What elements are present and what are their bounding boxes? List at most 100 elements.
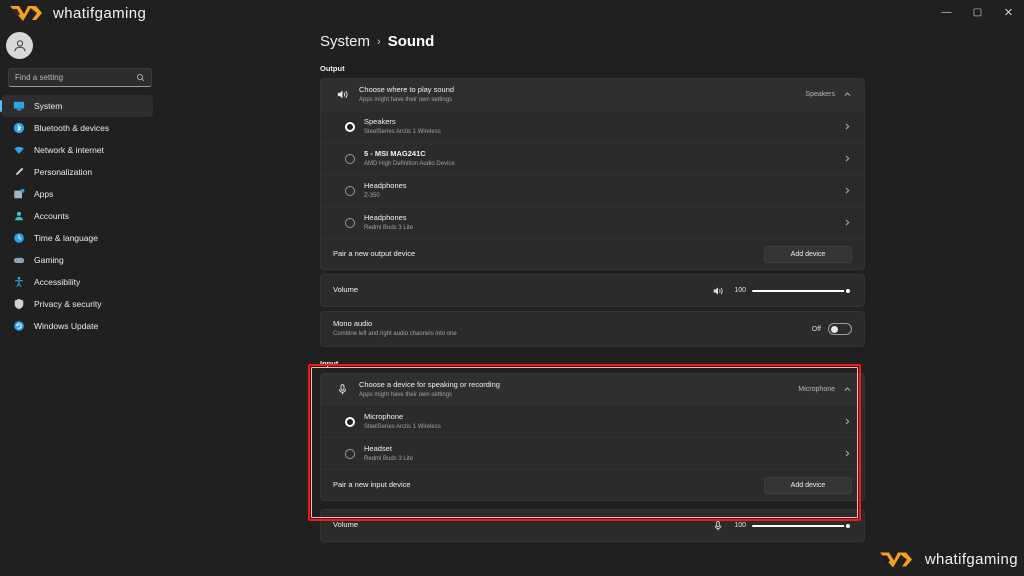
microphone-icon — [714, 520, 722, 530]
clock-icon — [12, 232, 25, 245]
breadcrumb-system[interactable]: System — [320, 33, 370, 50]
add-output-device-button[interactable]: Add device — [764, 245, 852, 263]
table-row[interactable]: Headset Redmi Buds 3 Lite — [321, 437, 864, 469]
output-device-detail: Z-350 — [364, 192, 380, 199]
output-device-text: Headphones Redmi Buds 3 Lite — [364, 213, 843, 233]
close-button[interactable]: ✕ — [993, 0, 1024, 26]
output-volume-slider[interactable] — [752, 285, 852, 297]
slider-thumb[interactable] — [844, 521, 852, 530]
sidebar-item-privacy-security[interactable]: Privacy & security — [2, 293, 153, 315]
input-volume-label: Volume — [333, 520, 359, 530]
table-row[interactable]: Headphones Redmi Buds 3 Lite — [321, 206, 864, 238]
output-device-name: Headphones — [364, 212, 407, 222]
output-device-text: Headphones Z-350 — [364, 181, 843, 201]
chevron-right-icon[interactable] — [843, 449, 852, 458]
input-device-name: Microphone — [364, 411, 404, 421]
output-chooser-value: Speakers — [805, 91, 835, 98]
chevron-right-icon[interactable] — [843, 417, 852, 426]
sidebar-item-bluetooth-devices[interactable]: Bluetooth & devices — [2, 117, 153, 139]
input-device-detail: Redmi Buds 3 Lite — [364, 455, 414, 462]
input-pair-text: Pair a new input device — [333, 480, 764, 490]
sidebar-item-network-internet[interactable]: Network & internet — [2, 139, 153, 161]
radio-output-1[interactable] — [345, 153, 355, 164]
breadcrumb-separator: › — [377, 35, 381, 48]
input-chooser-row[interactable]: Choose a device for speaking or recordin… — [321, 374, 864, 405]
radio-output-0[interactable] — [345, 121, 355, 132]
sidebar-item-personalization[interactable]: Personalization — [2, 161, 153, 183]
output-volume-value: 100 — [734, 287, 746, 294]
breadcrumb: System › Sound — [320, 33, 1024, 50]
input-volume-card: Volume 100 — [320, 509, 865, 542]
sidebar-item-label: Apps — [34, 189, 54, 199]
sidebar-item-windows-update[interactable]: Windows Update — [2, 315, 153, 337]
update-icon — [12, 320, 25, 333]
search-box[interactable] — [8, 68, 152, 87]
sidebar-item-accounts[interactable]: Accounts — [2, 205, 153, 227]
search-input[interactable] — [15, 73, 136, 82]
input-device-name: Headset — [364, 443, 392, 453]
output-pair-row: Pair a new output device Add device — [321, 238, 864, 269]
input-device-text: Microphone SteelSeries Arctis 1 Wireless — [364, 412, 843, 432]
output-device-card: Choose where to play sound Apps might ha… — [320, 78, 865, 270]
output-device-detail: SteelSeries Arctis 1 Wireless — [364, 128, 441, 135]
slider-track — [752, 524, 852, 527]
sidebar-nav: System Bluetooth & devices Network & int… — [0, 95, 160, 337]
sidebar-item-label: Bluetooth & devices — [34, 123, 110, 133]
output-pair-text: Pair a new output device — [333, 249, 764, 259]
table-row[interactable]: Headphones Z-350 — [321, 174, 864, 206]
minimize-button[interactable]: — — [931, 0, 962, 26]
sidebar-item-gaming[interactable]: Gaming — [2, 249, 153, 271]
output-volume-label: Volume — [333, 285, 359, 295]
table-row[interactable]: Speakers SteelSeries Arctis 1 Wireless — [321, 110, 864, 142]
sidebar-item-label: System — [34, 101, 63, 111]
output-chooser-value-group[interactable]: Speakers — [805, 90, 852, 99]
sidebar-item-apps[interactable]: Apps — [2, 183, 153, 205]
radio-output-2[interactable] — [345, 185, 355, 196]
mono-audio-subtitle: Combine left and right audio channels in… — [333, 331, 457, 338]
chevron-right-icon[interactable] — [843, 122, 852, 131]
sidebar-item-time-language[interactable]: Time & language — [2, 227, 153, 249]
radio-input-1[interactable] — [345, 448, 355, 459]
input-chooser-subtitle: Apps might have their own settings — [359, 391, 453, 398]
output-chooser-row[interactable]: Choose where to play sound Apps might ha… — [321, 79, 864, 110]
chevron-right-icon[interactable] — [843, 186, 852, 195]
output-volume-control[interactable]: 100 — [712, 285, 852, 297]
mono-audio-toggle[interactable] — [828, 323, 852, 335]
input-volume-row: Volume 100 — [321, 510, 864, 541]
mono-audio-card: Mono audio Combine left and right audio … — [320, 311, 865, 347]
chevron-up-icon[interactable] — [843, 90, 852, 99]
avatar[interactable] — [6, 32, 33, 59]
output-volume-text: Volume — [333, 285, 712, 295]
mono-audio-control[interactable]: Off — [812, 323, 852, 335]
add-input-device-button[interactable]: Add device — [764, 476, 852, 494]
input-chooser-value: Microphone — [798, 386, 835, 393]
watermark-brand: whatifgaming — [924, 551, 1018, 568]
watermark: whatifgaming — [878, 549, 1018, 570]
chevron-right-icon[interactable] — [843, 154, 852, 163]
sidebar-item-label: Windows Update — [34, 321, 99, 331]
output-chooser-text: Choose where to play sound Apps might ha… — [359, 85, 805, 105]
input-device-card: Choose a device for speaking or recordin… — [320, 373, 865, 501]
radio-input-0[interactable] — [345, 416, 355, 427]
wifi-icon — [12, 144, 25, 157]
chevron-right-icon[interactable] — [843, 218, 852, 227]
input-volume-slider[interactable] — [752, 520, 852, 532]
accounts-icon — [12, 210, 25, 223]
whatifgaming-logo-icon — [10, 6, 42, 21]
input-chooser-value-group[interactable]: Microphone — [798, 385, 852, 394]
sidebar-item-accessibility[interactable]: Accessibility — [2, 271, 153, 293]
sidebar: System Bluetooth & devices Network & int… — [0, 26, 160, 576]
input-chooser-title: Choose a device for speaking or recordin… — [359, 379, 500, 389]
table-row[interactable]: Microphone SteelSeries Arctis 1 Wireless — [321, 405, 864, 437]
radio-output-3[interactable] — [345, 217, 355, 228]
maximize-button[interactable]: ▢ — [962, 0, 993, 26]
toggle-knob — [831, 326, 838, 333]
table-row[interactable]: 5 - MSI MAG241C AMD High Definition Audi… — [321, 142, 864, 174]
sidebar-item-system[interactable]: System — [0, 95, 153, 117]
input-volume-control[interactable]: 100 — [712, 520, 852, 532]
shield-icon — [12, 298, 25, 311]
output-device-text: 5 - MSI MAG241C AMD High Definition Audi… — [364, 149, 843, 169]
slider-thumb[interactable] — [844, 286, 852, 295]
chevron-up-icon[interactable] — [843, 385, 852, 394]
slider-track — [752, 289, 852, 292]
